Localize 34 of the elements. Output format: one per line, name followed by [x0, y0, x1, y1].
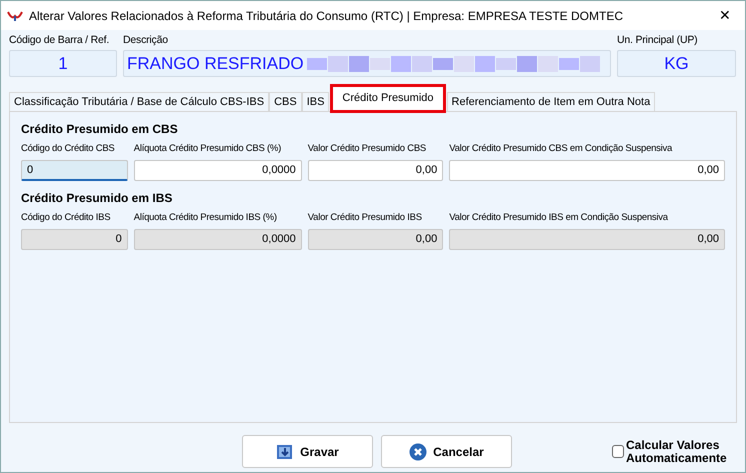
tab[interactable]: Crédito Presumido: [332, 86, 444, 111]
close-button[interactable]: ✕: [711, 5, 739, 26]
checkbox[interactable]: [612, 445, 624, 458]
save-icon: [276, 443, 294, 460]
cancel-icon: [409, 442, 428, 460]
tab[interactable]: IBS: [302, 92, 330, 111]
field-label: Alíquota Crédito Presumido IBS (%): [134, 211, 278, 224]
tab[interactable]: Referenciamento de Item em Outra Nota: [446, 92, 656, 111]
input-field[interactable]: 0,00: [449, 160, 725, 181]
field-label: Descrição: [123, 34, 168, 46]
field-label: Un. Principal (UP): [617, 34, 698, 46]
field-label: Código de Barra / Ref.: [9, 34, 110, 46]
field-label: Código do Crédito CBS: [21, 142, 116, 155]
input-field[interactable]: 0: [21, 160, 128, 181]
field-label: Valor Crédito Presumido IBS em Condição Suspensiva: [449, 211, 669, 224]
input-field[interactable]: 0,0000: [134, 160, 302, 181]
field-label: Valor Crédito Presumido IBS: [308, 211, 423, 224]
field-label: Valor Crédito Presumido CBS em Condição Suspensiva: [449, 142, 674, 155]
input-field[interactable]: KG: [617, 50, 736, 77]
input-field[interactable]: FRANGO RESFRIADO: [123, 50, 611, 77]
window-title: Alterar Valores Relacionados à Reforma Tributária do Consumo (RTC) | Empresa: EMPRESA TESTE DOMTEC: [29, 8, 624, 24]
cancel-button[interactable]: Cancelar: [381, 435, 512, 468]
field-label: Código do Crédito IBS: [21, 211, 112, 224]
section-title: Crédito Presumido em IBS: [21, 190, 174, 207]
tab[interactable]: Classificação Tributária / Base de Cálculo CBS-IBS: [9, 92, 270, 111]
save-button[interactable]: Gravar: [242, 435, 373, 468]
tab[interactable]: CBS: [269, 92, 302, 111]
input-field[interactable]: 1: [9, 50, 117, 77]
checkbox-label: Calcular Valores Automaticamente: [626, 438, 728, 464]
field-label: Valor Crédito Presumido CBS: [308, 142, 428, 155]
section-title: Crédito Presumido em CBS: [21, 121, 179, 138]
app-logo-icon: [7, 10, 23, 22]
input-field[interactable]: 0,00: [308, 160, 444, 181]
field-label: Alíquota Crédito Presumido CBS (%): [134, 142, 282, 155]
